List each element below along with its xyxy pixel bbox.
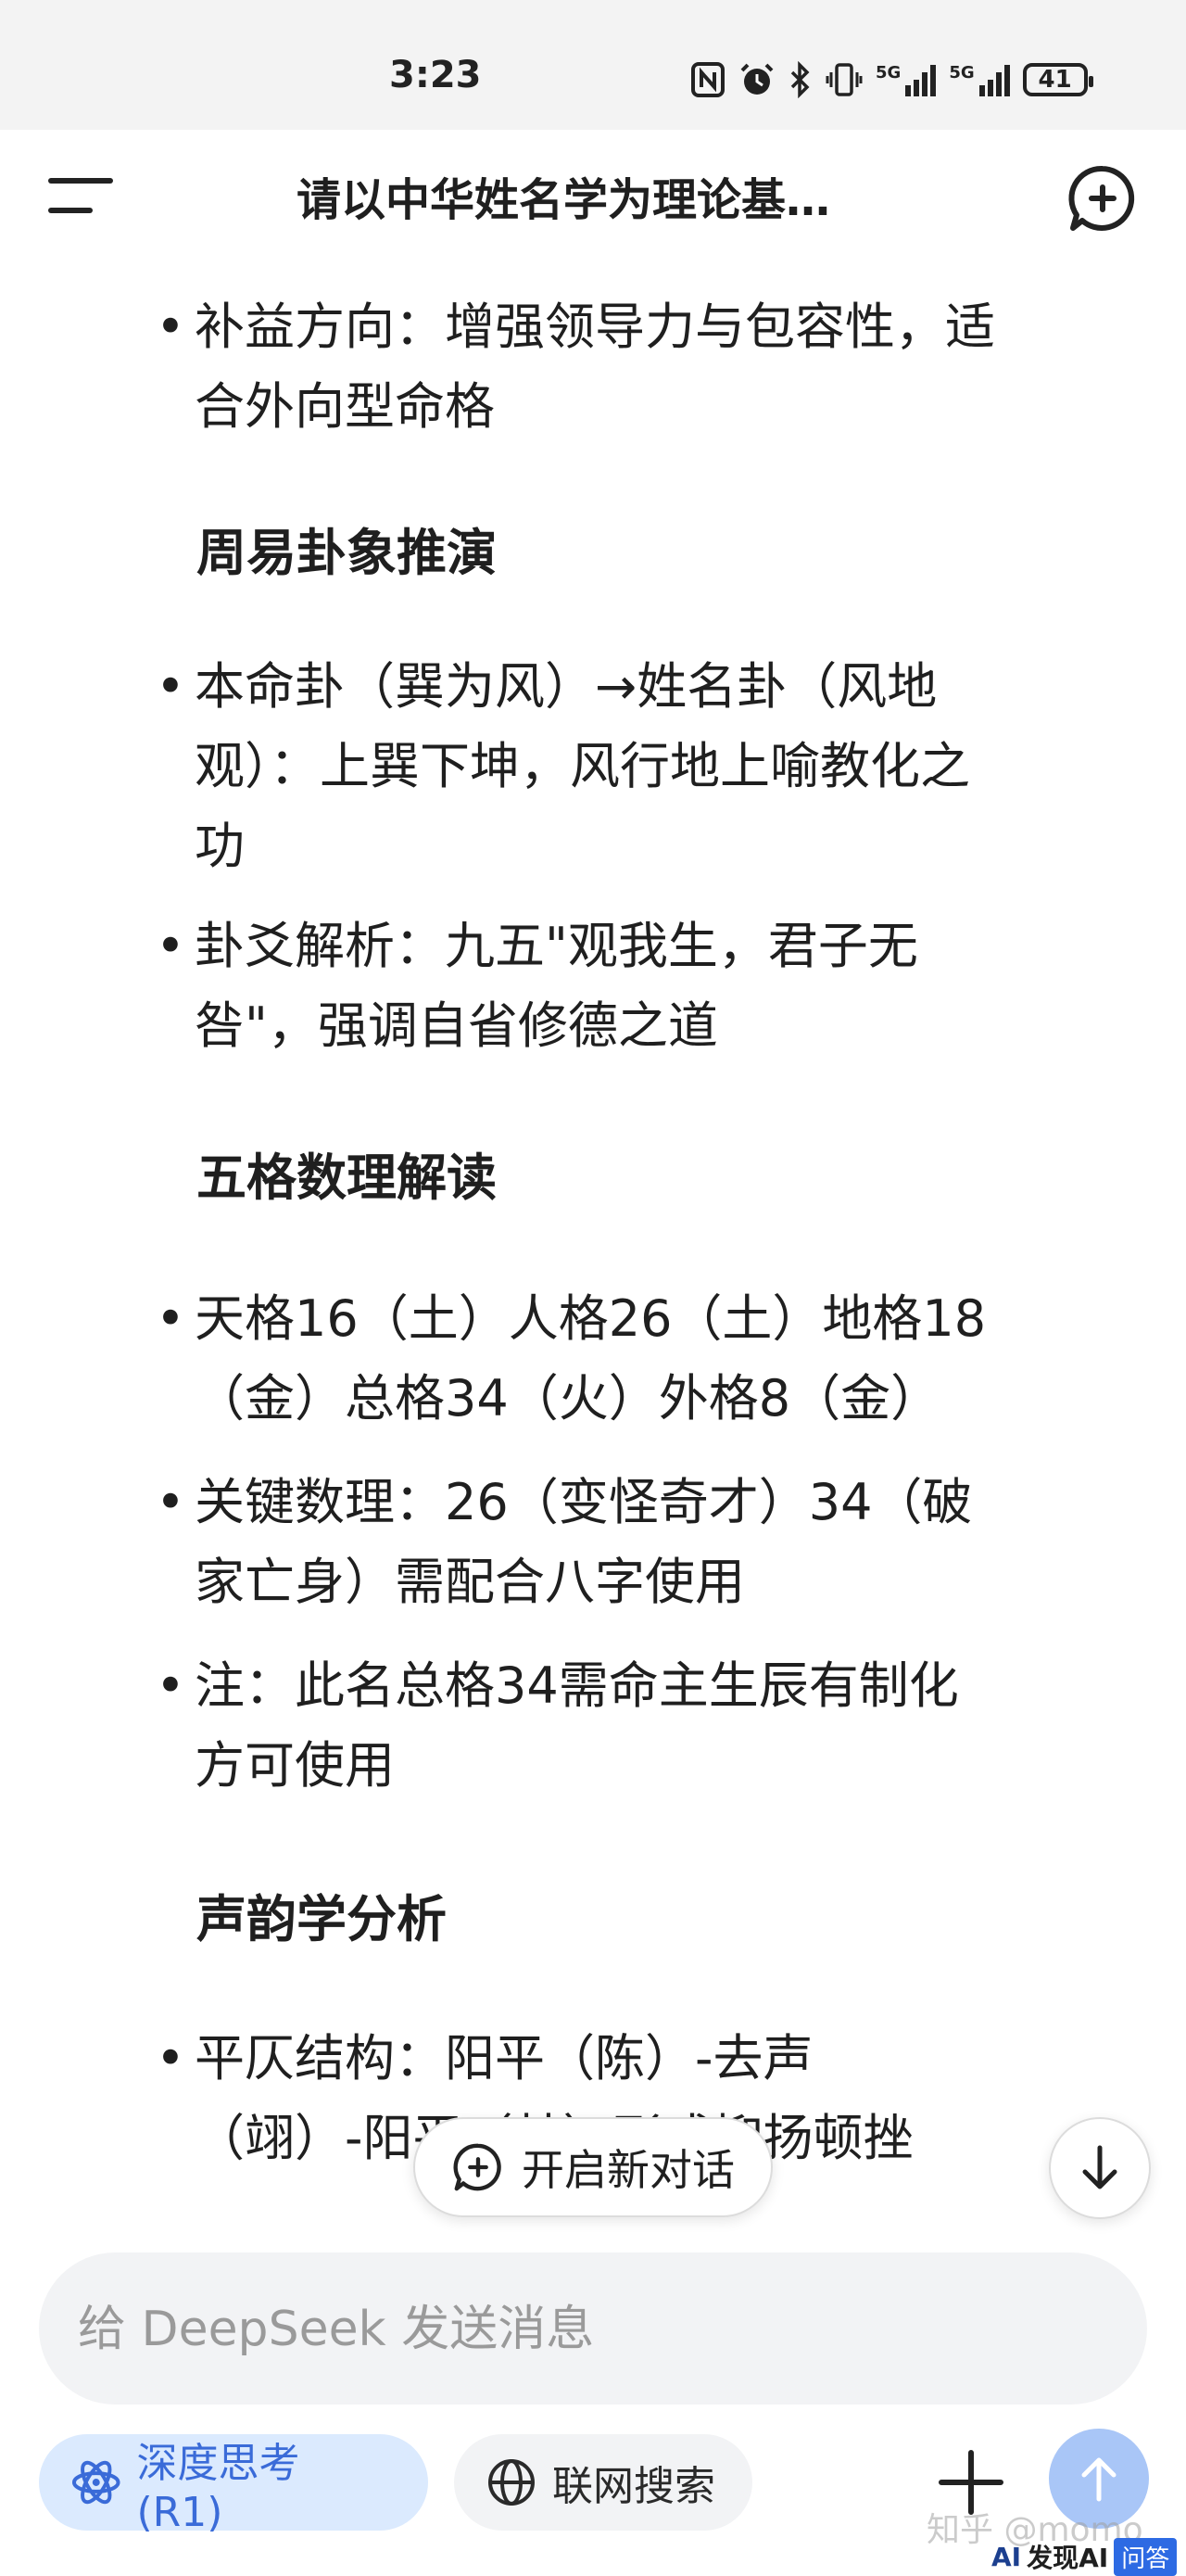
alarm-icon [740,63,774,95]
list-item-line: 咎"，强调自省修德之道 [195,996,718,1055]
nfc-icon [691,62,725,97]
network-type-label: 5G [876,63,902,82]
vibrate-icon [826,63,863,96]
list-item: • 卦爻解析：九五"观我生，君子无 咎"，强调自省修德之道 [156,907,1149,1066]
list-item-line: 观）：上巽下坤，风行地上喻教化之 [195,737,970,795]
composer [39,2252,1147,2406]
status-time: 3:23 [389,54,482,96]
badge-ai: AI [991,2541,1022,2572]
arrow-down-icon [1082,2145,1117,2189]
bullet-dot: • [156,1473,185,1531]
bullet-dot: • [156,298,185,356]
chat-title: 请以中华姓名学为理论基… [296,174,831,226]
bullet-dot: • [156,2029,185,2087]
battery-icon: 41 [1022,63,1093,96]
web-search-label: 联网搜索 [552,2463,715,2510]
list-item-line: 方可使用 [195,1736,395,1795]
list-item-line: （金）总格34（火）外格8（金） [195,1369,941,1428]
bullet-dot: • [156,1656,185,1715]
list-item: • 关键数理：26（变怪奇才）34（破 家亡身）需配合八字使用 [156,1463,1149,1622]
menu-icon[interactable] [48,174,113,219]
deep-think-label: 深度思考 (R1) [136,2439,300,2536]
message-content: • 补益方向：增强领导力与包容性，适 合外向型命格 周易卦象推演 • 本命卦（巽… [0,269,1186,2167]
source-badge: AI 发现AI 问答 [991,2537,1178,2576]
atom-icon [71,2460,120,2505]
bullet-dot: • [156,917,185,975]
arrow-up-icon [1081,2457,1117,2502]
list-item: • 天格16（土）人格26（土）地格18 （金）总格34（火）外格8（金） [156,1279,1149,1439]
list-item-line: 补益方向：增强领导力与包容性，适 [195,298,995,356]
list-item: • 注：此名总格34需命主生辰有制化 方可使用 [156,1646,1149,1806]
battery-level: 41 [1038,66,1072,94]
section-heading: 五格数理解读 [196,1148,497,1207]
list-item-line: 合外向型命格 [195,377,495,436]
badge-qa: 问答 [1114,2537,1178,2576]
top-bar: 请以中华姓名学为理论基… [0,130,1186,269]
list-item: • 本命卦（巽为风）→姓名卦（风地 观）：上巽下坤，风行地上喻教化之 功 [156,647,1149,886]
scroll-down-button[interactable] [1049,2117,1151,2219]
list-item: • 补益方向：增强领导力与包容性，适 合外向型命格 [156,287,1149,447]
list-item-line: 本命卦（巽为风）→姓名卦（风地 [195,657,938,716]
bluetooth-icon [790,61,810,98]
list-item-line: 注：此名总格34需命主生辰有制化 [195,1656,959,1715]
badge-name: 发现AI [1027,2543,1109,2573]
deep-think-toggle[interactable]: 深度思考 (R1) [39,2434,428,2536]
signal-icon: 5G [949,63,1010,96]
globe-icon [488,2459,535,2506]
list-item-line: 卦爻解析：九五"观我生，君子无 [195,917,918,975]
new-chat-icon[interactable] [1066,161,1140,235]
bullet-dot: • [156,657,185,716]
web-search-toggle[interactable]: 联网搜索 [454,2434,752,2531]
signal-icon: 5G [876,63,937,96]
list-item-line: 功 [195,817,245,875]
new-chat-label: 开启新对话 [522,2145,735,2195]
list-item-line: 关键数理：26（变怪奇才）34（破 [195,1473,973,1531]
status-bar: 3:23 5G 5G 41 [0,0,1186,130]
new-chat-button[interactable]: 开启新对话 [413,2117,773,2217]
network-type-label: 5G [949,63,975,82]
section-heading: 周易卦象推演 [196,524,497,582]
section-heading: 声韵学分析 [196,1890,447,1948]
status-icons: 5G 5G 41 [690,57,1093,102]
bullet-dot: • [156,1289,185,1348]
list-item-line: 平仄结构：阳平（陈）-去声 [195,2029,814,2087]
new-chat-icon [453,2143,501,2191]
list-item-line: 家亡身）需配合八字使用 [195,1553,745,1611]
message-input[interactable] [76,2252,1099,2406]
list-item-line: 天格16（土）人格26（土）地格18 [195,1289,987,1348]
